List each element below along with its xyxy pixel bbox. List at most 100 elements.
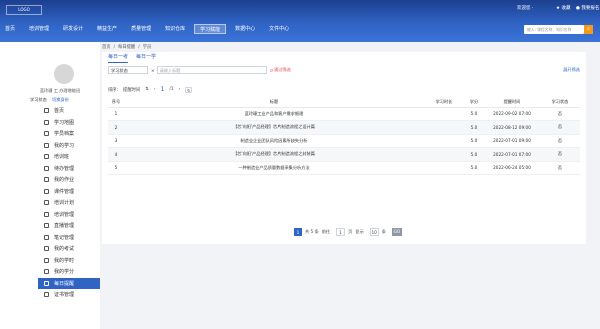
sidebar-item-learning-map[interactable]: 学习地图 (38, 117, 100, 129)
sidebar-item-homework[interactable]: 我的作业 (38, 174, 100, 186)
cell-status: 否 (540, 107, 580, 121)
cell-title[interactable]: 一种制造业产品质量数据采集分析方法 (124, 161, 424, 175)
global-search-input[interactable]: 输入: 课程名称、知识名称 (524, 25, 584, 34)
prev-page-icon[interactable]: ‹ (154, 87, 156, 92)
go-button[interactable]: GO (391, 228, 402, 236)
breadcrumb-item[interactable]: 首页 (102, 44, 111, 50)
sidebar-item-notes[interactable]: 笔记管理 (38, 232, 100, 244)
cell-title[interactable]: 【芯'向阳'产品经理】芯片制造流程之封装篇 (124, 147, 424, 162)
sort-bar: 排序: 提醒时间 ⇅ ‹ 1 /1 › ↻ (108, 86, 193, 93)
main-nav: 首页 培训管理 研发设计 精益生产 质量管理 知识仓库 学习赋能 数据中心 文件… (0, 22, 298, 36)
avatar (54, 64, 74, 84)
sidebar-item-plan[interactable]: 培训计划 (38, 197, 100, 209)
table-row[interactable]: 1 蓝玲珊工业产品和客户需求细理 5.0 2022-09-02 07:00 否 (108, 107, 580, 121)
nav-item-training[interactable]: 培训管理 (24, 24, 54, 34)
cell-index: 1 (108, 107, 124, 121)
page-button-1[interactable]: 1 (294, 228, 302, 236)
cell-title[interactable]: 制造业企业团队风险因素所缺失分析 (124, 134, 424, 148)
cell-title[interactable]: 【芯'向阳'产品经理】芯片制造流程之设计篇 (124, 120, 424, 135)
courseware-icon (44, 188, 49, 194)
home-icon (44, 108, 49, 114)
study-status-link[interactable]: 学习状态 (30, 97, 47, 102)
next-page-icon[interactable]: › (179, 87, 181, 92)
nav-item-home[interactable]: 首页 (0, 24, 20, 34)
cell-title[interactable]: 蓝玲珊工业产品和客户需求细理 (124, 107, 424, 121)
sidebar-item-exam[interactable]: 我的考试 (38, 243, 100, 255)
page-label: 页 (348, 229, 353, 234)
status-select[interactable]: 学习状态 (108, 66, 148, 74)
sidebar-menu: 首页 学习地图 学员档案 我的学习 培训班 待办管理 我的作业 课件管理 培训计… (38, 105, 100, 301)
cell-duration (424, 134, 464, 148)
cell-status: 否 (540, 120, 580, 135)
cell-duration (424, 147, 464, 162)
reset-filter-button[interactable]: 通过筛选 (274, 67, 291, 73)
map-icon (44, 119, 49, 125)
cell-remind-time: 2022-07-01 07:00 (484, 147, 540, 162)
goto-label: 前往 (321, 229, 331, 234)
nav-item-lean[interactable]: 精益生产 (92, 24, 122, 34)
cell-remind-time: 2022-08-12 09:00 (484, 120, 540, 135)
clock-icon (44, 257, 49, 263)
nav-item-learning[interactable]: 学习赋能 (194, 24, 227, 34)
nav-item-files[interactable]: 文件中心 (264, 24, 294, 34)
sidebar-item-live[interactable]: 直播管理 (38, 220, 100, 232)
switch-identity-link[interactable]: 切换身份 (52, 97, 69, 102)
logo: LOGO (6, 5, 42, 15)
sidebar-item-certificate[interactable]: 证书管理 (38, 289, 100, 301)
sidebar-item-courseware[interactable]: 课件管理 (38, 186, 100, 198)
breadcrumb-item[interactable]: 每日提醒 (118, 44, 135, 50)
cell-duration (424, 120, 464, 135)
col-credits: 学分 (464, 98, 484, 108)
sort-option[interactable]: 提醒时间 (123, 87, 140, 93)
col-index: 序号 (108, 98, 124, 108)
home-link[interactable]: ● 我要报名 (576, 5, 599, 11)
cell-credits: 5.0 (464, 134, 484, 148)
tab-daily-study[interactable]: 每日一学 (136, 53, 156, 63)
cell-index: 4 (108, 147, 124, 162)
table-row[interactable]: 2 【芯'向阳'产品经理】芯片制造流程之设计篇 5.0 2022-08-12 0… (108, 120, 580, 135)
filter-bar: 学习状态 × 请输入标题 ↺ 通过筛选 (108, 66, 291, 74)
nav-item-quality[interactable]: 质量管理 (126, 24, 156, 34)
sort-direction-icon[interactable]: ⇅ (145, 87, 149, 92)
cell-duration (424, 107, 464, 121)
sidebar-item-daily-reminder[interactable]: 每日提醒 (38, 277, 100, 289)
sidebar-item-todo[interactable]: 待办管理 (38, 163, 100, 175)
page-size-input[interactable]: 10 (369, 228, 379, 236)
col-duration: 学习时长 (424, 98, 464, 108)
exam-icon (44, 246, 49, 252)
cell-remind-time: 2022-09-02 07:00 (484, 107, 540, 121)
nav-item-knowledge[interactable]: 知识仓库 (160, 24, 190, 34)
sort-label: 排序: (108, 87, 119, 93)
nav-item-data[interactable]: 数据中心 (230, 24, 260, 34)
tab-bar: 每日一考 每日一学 (108, 53, 164, 63)
main-panel: 每日一考 每日一学 学习状态 × 请输入标题 ↺ 通过筛选 展开筛选 排序: 提… (102, 52, 586, 244)
cell-remind-time: 2022-06-24 05:00 (484, 161, 540, 175)
expand-filter-link[interactable]: 展开筛选 (563, 67, 580, 73)
sidebar-item-hours[interactable]: 我的学时 (38, 255, 100, 267)
table-row[interactable]: 4 【芯'向阳'产品经理】芯片制造流程之封装篇 5.0 2022-07-01 0… (108, 147, 580, 162)
table-row[interactable]: 5 一种制造业产品质量数据采集分析方法 5.0 2022-06-24 05:00… (108, 161, 580, 175)
sidebar-item-home[interactable]: 首页 (38, 105, 100, 117)
page-number: 1 (160, 86, 165, 93)
breadcrumb-item: 学员 (142, 45, 152, 50)
table-row[interactable]: 3 制造业企业团队风险因素所缺失分析 5.0 2022-07-01 09:00 … (108, 134, 580, 148)
sidebar-item-training[interactable]: 培训管理 (38, 209, 100, 221)
cell-index: 5 (108, 161, 124, 175)
sidebar-item-profile[interactable]: 学员档案 (38, 128, 100, 140)
refresh-icon[interactable]: ↻ (185, 86, 193, 93)
cell-status: 否 (540, 147, 580, 162)
search-button[interactable]: ⌕ (584, 25, 593, 34)
tab-daily-exam[interactable]: 每日一考 (108, 53, 129, 63)
sidebar-item-credits[interactable]: 我的学分 (38, 266, 100, 278)
cell-duration (424, 161, 464, 175)
sidebar-item-class[interactable]: 培训班 (38, 151, 100, 163)
pagination: 1 共 5 条 前往 1 页 显示 10 条 GO (294, 228, 402, 236)
close-icon[interactable]: × (151, 68, 155, 73)
nav-item-rd[interactable]: 研发设计 (58, 24, 88, 34)
sidebar-item-my-learning[interactable]: 我的学习 (38, 140, 100, 152)
pen-icon (44, 234, 49, 240)
page-input[interactable]: 1 (336, 228, 346, 236)
book-icon (44, 142, 49, 148)
title-search-input[interactable]: 请输入标题 (156, 66, 267, 74)
favorites-link[interactable]: ★ 收藏 (556, 5, 570, 11)
